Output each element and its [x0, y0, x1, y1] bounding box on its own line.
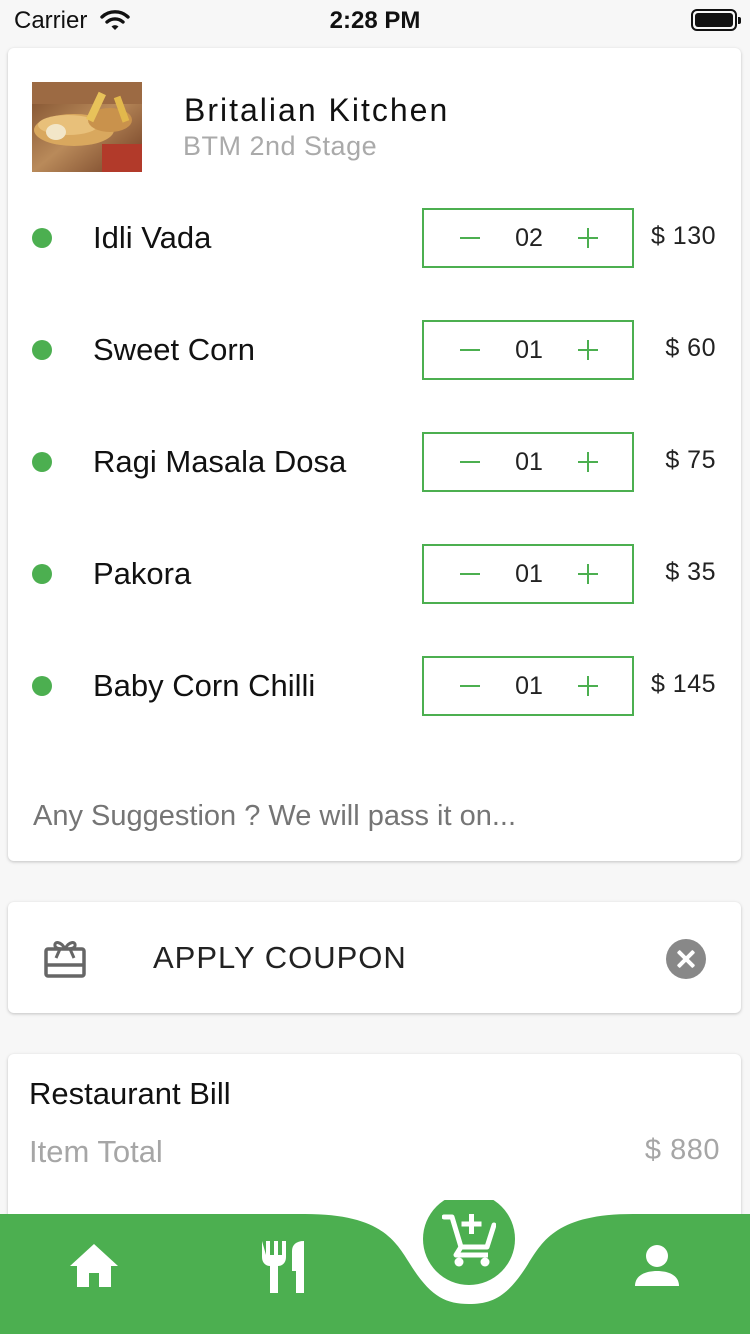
apply-coupon-card[interactable]: APPLY COUPON: [8, 902, 741, 1013]
quantity-value: 01: [515, 560, 543, 588]
bill-title: Restaurant Bill: [29, 1076, 231, 1111]
veg-indicator-dot: [32, 564, 52, 584]
item-price: $ 35: [665, 558, 716, 586]
cart-item-row: Pakora 01 $ 35: [8, 544, 741, 604]
quantity-stepper: 02: [422, 208, 634, 268]
item-price: $ 130: [650, 222, 716, 250]
cart-item-row: Ragi Masala Dosa 01 $ 75: [8, 432, 741, 492]
increase-quantity-button[interactable]: [558, 434, 618, 490]
restaurant-name: Britalian Kitchen: [184, 92, 450, 128]
increase-quantity-button[interactable]: [558, 322, 618, 378]
veg-indicator-dot: [32, 452, 52, 472]
quantity-value: 01: [515, 448, 543, 476]
decrease-quantity-button[interactable]: [440, 658, 500, 714]
item-name: Ragi Masala Dosa: [93, 444, 347, 479]
cart-item-row: Sweet Corn 01 $ 60: [8, 320, 741, 380]
minus-icon: [460, 685, 480, 687]
increase-quantity-button[interactable]: [558, 658, 618, 714]
veg-indicator-dot: [32, 340, 52, 360]
minus-icon: [460, 573, 480, 575]
minus-icon: [460, 349, 480, 351]
quantity-value: 01: [515, 336, 543, 364]
status-bar: Carrier 2:28 PM: [0, 0, 750, 40]
increase-quantity-button[interactable]: [558, 546, 618, 602]
veg-indicator-dot: [32, 228, 52, 248]
person-icon: [635, 1245, 679, 1286]
decrease-quantity-button[interactable]: [440, 210, 500, 266]
quantity-value: 01: [515, 672, 543, 700]
quantity-stepper: 01: [422, 544, 634, 604]
home-icon: [70, 1244, 118, 1287]
item-name: Sweet Corn: [93, 332, 255, 367]
quantity-stepper: 01: [422, 432, 634, 492]
quantity-value: 02: [515, 224, 543, 252]
veg-indicator-dot: [32, 676, 52, 696]
item-price: $ 60: [665, 334, 716, 362]
decrease-quantity-button[interactable]: [440, 322, 500, 378]
item-name: Baby Corn Chilli: [93, 668, 316, 703]
quantity-stepper: 01: [422, 656, 634, 716]
nav-profile[interactable]: [627, 1238, 687, 1294]
quantity-stepper: 01: [422, 320, 634, 380]
item-name: Idli Vada: [93, 220, 212, 255]
order-card: Britalian Kitchen BTM 2nd Stage Idli Vad…: [8, 48, 741, 861]
increase-quantity-button[interactable]: [558, 210, 618, 266]
status-time: 2:28 PM: [329, 7, 421, 34]
item-total-value: $ 880: [644, 1134, 720, 1166]
nav-menu[interactable]: [252, 1236, 312, 1298]
item-price: $ 75: [665, 446, 716, 474]
item-name: Pakora: [93, 556, 192, 591]
apply-coupon-label: APPLY COUPON: [153, 940, 407, 975]
minus-icon: [460, 237, 480, 239]
item-price: $ 145: [650, 670, 716, 698]
nav-home[interactable]: [64, 1238, 124, 1294]
close-circle-icon[interactable]: [666, 939, 706, 979]
item-total-label: Item Total: [29, 1134, 163, 1169]
battery-icon: [691, 9, 741, 31]
restaurant-thumbnail[interactable]: [32, 82, 142, 172]
minus-icon: [460, 461, 480, 463]
cart-item-row: Baby Corn Chilli 01 $ 145: [8, 656, 741, 716]
cart-add-icon: [442, 1214, 496, 1267]
restaurant-location: BTM 2nd Stage: [183, 131, 378, 161]
decrease-quantity-button[interactable]: [440, 546, 500, 602]
bottom-navigation: [0, 1200, 750, 1334]
nav-cart[interactable]: [439, 1208, 499, 1270]
restaurant-icon: [262, 1241, 304, 1293]
cart-item-row: Idli Vada 02 $ 130: [8, 208, 741, 268]
suggestion-input[interactable]: [33, 800, 713, 833]
gift-card-icon: [44, 938, 86, 983]
decrease-quantity-button[interactable]: [440, 434, 500, 490]
